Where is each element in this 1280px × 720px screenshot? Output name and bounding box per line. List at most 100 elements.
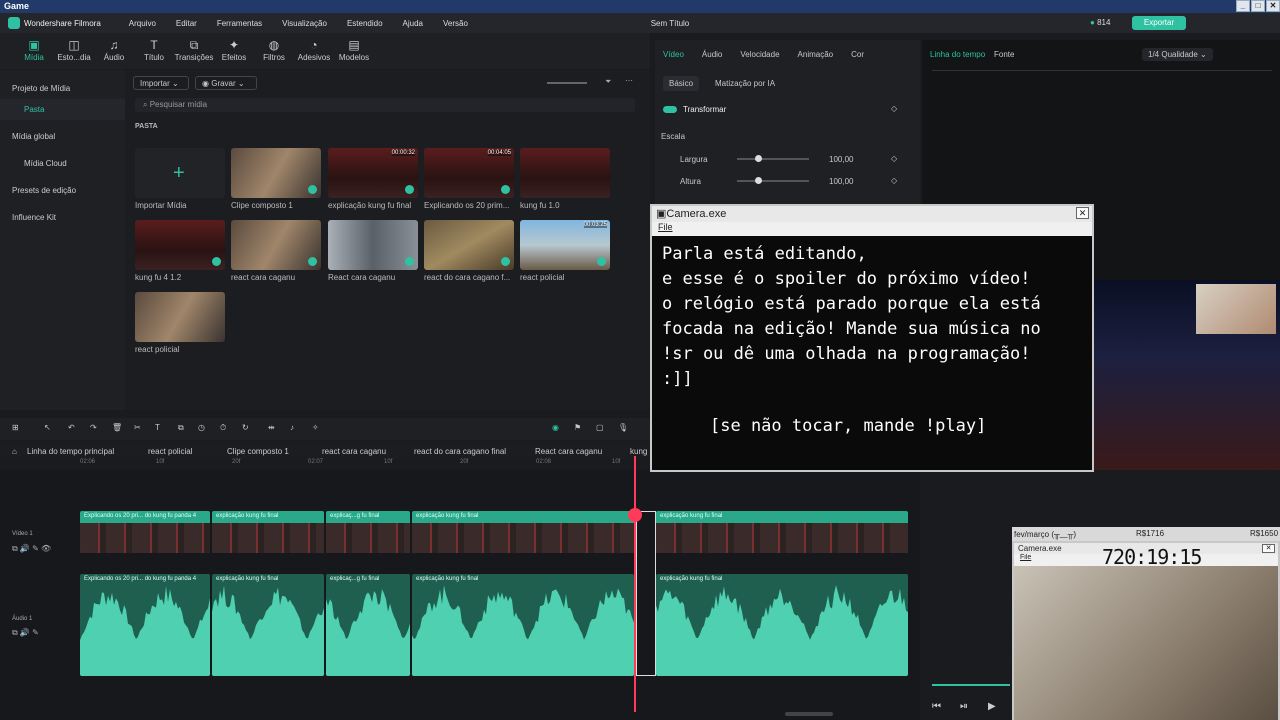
playhead-handle[interactable] <box>628 508 642 522</box>
sidebar-item-global-media[interactable]: Mídia global <box>0 126 125 147</box>
tab-audio[interactable]: Áudio <box>702 50 722 59</box>
crop-icon[interactable]: ⧉ <box>178 423 184 433</box>
sidebar-item-presets[interactable]: Presets de edição <box>0 180 125 201</box>
export-button[interactable]: Exportar <box>1132 16 1186 30</box>
timer-icon[interactable]: ⏱ <box>220 423 226 433</box>
loop-icon[interactable]: ↻ <box>242 423 249 432</box>
speed-icon[interactable]: ◷ <box>198 423 205 432</box>
video-clip[interactable]: explicação kung fu final <box>656 511 908 553</box>
audio-clip[interactable]: explicação kung fu final <box>212 574 324 676</box>
sidebar-item-pasta[interactable]: Pasta <box>0 99 125 120</box>
tab-transitions[interactable]: ⧉ Transições <box>174 33 214 69</box>
width-value[interactable]: 100,00 <box>829 155 853 164</box>
credits-counter[interactable]: ● 814 <box>1090 18 1110 27</box>
slider-knob[interactable] <box>755 177 762 184</box>
timeline-scrollbar[interactable] <box>785 712 833 716</box>
tab-media[interactable]: ▣ Mídia <box>14 33 54 69</box>
keyframe-icon[interactable]: ◇ <box>891 154 897 163</box>
breadcrumb-item[interactable]: kung <box>630 447 647 456</box>
media-thumb[interactable]: 00:04:05 <box>424 148 514 198</box>
tab-speed[interactable]: Velocidade <box>740 50 779 59</box>
track-controls[interactable]: ⧉ 🔊 ✎ <box>12 628 39 638</box>
prev-frame-icon[interactable]: ⏮ <box>932 701 941 712</box>
video-clip[interactable]: explicação kung fu final <box>212 511 324 553</box>
delete-icon[interactable]: 🗑 <box>112 423 122 432</box>
breadcrumb-item[interactable]: React cara caganu <box>535 447 602 456</box>
audio-clip[interactable]: explicação kung fu final <box>412 574 634 676</box>
home-icon[interactable]: ⌂ <box>12 447 17 456</box>
menu-versao[interactable]: Versão <box>443 19 468 28</box>
import-dropdown[interactable]: Importar ⌄ <box>133 76 189 90</box>
tab-animation[interactable]: Animação <box>798 50 834 59</box>
tab-filters[interactable]: ◍ Filtros <box>254 33 294 69</box>
slider-knob[interactable] <box>755 155 762 162</box>
close-icon[interactable]: ✕ <box>1266 0 1280 12</box>
tab-audio[interactable]: ♫ Áudio <box>94 33 134 69</box>
breadcrumb-item[interactable]: Clipe composto 1 <box>227 447 289 456</box>
sidebar-item-project-media[interactable]: Projeto de Mídia <box>0 78 125 99</box>
transform-toggle[interactable] <box>663 106 677 113</box>
audio-clip[interactable]: explicaç...g fu final <box>326 574 410 676</box>
zoom-slider[interactable] <box>547 82 587 84</box>
tab-color[interactable]: Cor <box>851 50 864 59</box>
search-input[interactable]: ⌕ Pesquisar mídia <box>135 98 635 112</box>
file-menu[interactable]: File <box>652 222 1092 234</box>
tab-effects[interactable]: ✦ Efeitos <box>214 33 254 69</box>
media-thumb[interactable]: 00:00:32 <box>328 148 418 198</box>
tab-stickers[interactable]: ◔ Adesivos <box>294 33 334 69</box>
width-slider[interactable] <box>737 155 809 162</box>
media-thumb[interactable] <box>231 148 321 198</box>
close-icon[interactable]: ✕ <box>1076 207 1089 219</box>
audio-clip[interactable]: explicação kung fu final <box>656 574 908 676</box>
media-thumb[interactable] <box>328 220 418 270</box>
menu-editar[interactable]: Editar <box>176 19 197 28</box>
media-thumb[interactable] <box>135 220 225 270</box>
maximize-icon[interactable]: □ <box>1251 0 1265 12</box>
play-icon[interactable]: ▶ <box>988 701 996 712</box>
video-clip[interactable]: Explicando os 20 pri... do kung fu panda… <box>80 511 210 553</box>
tab-templates[interactable]: ▤ Modelos <box>334 33 374 69</box>
media-thumb[interactable] <box>520 148 610 198</box>
minimize-icon[interactable]: _ <box>1236 0 1250 12</box>
tab-source[interactable]: Fonte <box>994 50 1014 59</box>
breadcrumb-item[interactable]: react cara caganu <box>322 447 386 456</box>
more-icon[interactable]: ⋯ <box>625 76 633 85</box>
tab-title[interactable]: T Título <box>134 33 174 69</box>
import-media-tile[interactable]: + <box>135 148 225 198</box>
keyframe-icon[interactable]: ◇ <box>891 104 897 113</box>
select-icon[interactable]: ↖ <box>44 423 51 432</box>
media-thumb[interactable] <box>424 220 514 270</box>
split-icon[interactable]: ⇹ <box>268 423 275 432</box>
subtab-basic[interactable]: Básico <box>663 76 700 91</box>
layout-icon[interactable]: ⊞ <box>12 423 19 432</box>
audio-clip[interactable]: Explicando os 20 pri... do kung fu panda… <box>80 574 210 676</box>
tab-video[interactable]: Vídeo <box>663 50 684 59</box>
media-thumb[interactable]: 00:03:25 <box>520 220 610 270</box>
selected-clip-outline[interactable] <box>636 511 656 676</box>
menu-arquivo[interactable]: Arquivo <box>129 19 156 28</box>
camera-window-titlebar[interactable]: ▣Camera.exe ✕ <box>652 206 1092 222</box>
menu-ferramentas[interactable]: Ferramentas <box>217 19 262 28</box>
media-thumb[interactable] <box>231 220 321 270</box>
sidebar-item-influence-kit[interactable]: Influence Kit <box>0 207 125 228</box>
close-icon[interactable]: ✕ <box>1262 544 1275 553</box>
menu-ajuda[interactable]: Ajuda <box>403 19 423 28</box>
menu-visualizacao[interactable]: Visualização <box>282 19 327 28</box>
track-controls[interactable]: ⧉ 🔊 ✎ 👁 <box>12 544 51 554</box>
height-value[interactable]: 100,00 <box>829 177 853 186</box>
quality-dropdown[interactable]: 1/4 Qualidade ⌄ <box>1142 48 1213 61</box>
menu-estendido[interactable]: Estendido <box>347 19 383 28</box>
tab-timeline-preview[interactable]: Linha do tempo <box>930 50 985 59</box>
text-icon[interactable]: T <box>155 423 160 432</box>
render-icon[interactable]: ◉ <box>552 423 559 432</box>
mic-icon[interactable]: 🎙 <box>618 423 628 432</box>
audio-sync-icon[interactable]: ♪ <box>290 423 294 432</box>
height-slider[interactable] <box>737 177 809 184</box>
media-thumb[interactable] <box>135 292 225 342</box>
redo-icon[interactable]: ↷ <box>90 423 97 432</box>
snapshot-icon[interactable]: ▢ <box>596 423 604 432</box>
playhead[interactable] <box>634 456 636 712</box>
breadcrumb-item[interactable]: react policial <box>148 447 192 456</box>
video-clip[interactable]: explicaç...g fu final <box>326 511 410 553</box>
preview-progress-bar[interactable] <box>932 684 1010 686</box>
